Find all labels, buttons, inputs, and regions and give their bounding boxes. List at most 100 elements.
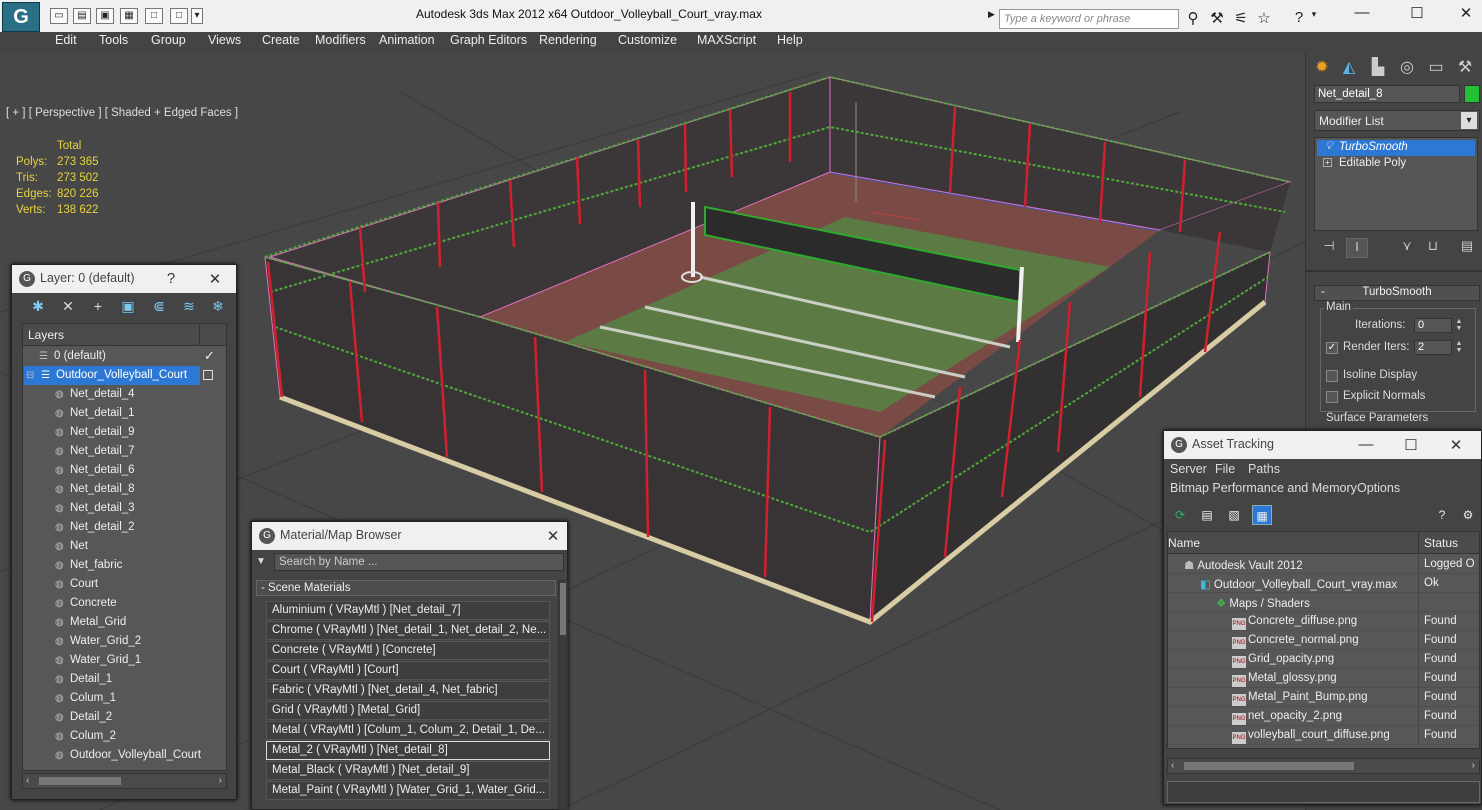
material-row[interactable]: Metal_Paint ( VRayMtl ) [Water_Grid_1, W…	[266, 781, 550, 800]
scroll-left-icon[interactable]: ‹	[26, 775, 29, 786]
modifier-list-dropdown[interactable]: Modifier List ▾	[1314, 110, 1480, 131]
menu-modifiers[interactable]: Modifiers	[315, 33, 366, 47]
layer-object-row[interactable]: ◍ Outdoor_Volleyball_Court	[55, 746, 201, 765]
asset-row[interactable]: PNG volleyball_court_diffuse.png Found	[1168, 726, 1479, 745]
scroll-thumb[interactable]	[39, 777, 121, 785]
asset-row[interactable]: PNG Metal_Paint_Bump.png Found	[1168, 688, 1479, 707]
chevron-down-icon[interactable]: ▾	[1461, 112, 1477, 129]
iterations-spinner-field[interactable]: 0	[1414, 318, 1452, 333]
asset-menu-options[interactable]: Options	[1357, 481, 1400, 495]
scroll-right-icon[interactable]: ›	[219, 775, 222, 786]
menu-animation[interactable]: Animation	[379, 33, 435, 47]
refresh-icon[interactable]: ⟳	[1170, 505, 1190, 525]
add-to-layer-icon[interactable]: +	[86, 298, 110, 320]
layer-row[interactable]: ☰ 0 (default)	[39, 347, 106, 366]
tree-view-icon[interactable]: ▧	[1224, 505, 1244, 525]
layer-object-row[interactable]: ◍ Detail_1	[55, 670, 112, 689]
material-search-input[interactable]: Search by Name ...	[274, 553, 564, 571]
material-row[interactable]: Fabric ( VRayMtl ) [Net_detail_4, Net_fa…	[266, 681, 550, 700]
layer-current-box-icon[interactable]	[203, 370, 213, 380]
search-input[interactable]: Type a keyword or phrase	[999, 9, 1179, 29]
layer-object-row[interactable]: ◍ Water_Grid_2	[55, 632, 141, 651]
asset-row[interactable]: ❖ Maps / Shaders	[1168, 593, 1479, 612]
maximize-icon[interactable]: ☐	[1397, 4, 1437, 24]
material-row[interactable]: Court ( VRayMtl ) [Court]	[266, 661, 550, 680]
hierarchy-tab-icon[interactable]: ▙	[1366, 56, 1390, 80]
highlight-selected-icon[interactable]: ⋐	[147, 298, 171, 320]
remove-modifier-icon[interactable]: ⊔	[1422, 238, 1444, 258]
modify-tab-icon[interactable]: ◭	[1337, 56, 1361, 80]
scroll-thumb[interactable]	[1184, 762, 1354, 770]
menu-group[interactable]: Group	[151, 33, 186, 47]
menu-tools[interactable]: Tools	[99, 33, 128, 47]
layer-horizontal-scrollbar[interactable]: ‹ ›	[22, 773, 227, 789]
close-icon[interactable]: ✕	[1447, 436, 1465, 454]
material-row[interactable]: Aluminium ( VRayMtl ) [Net_detail_7]	[266, 601, 550, 620]
freeze-unfreeze-all-icon[interactable]: ❄	[206, 298, 230, 320]
menu-maxscript[interactable]: MAXScript	[697, 33, 756, 47]
layer-object-row[interactable]: ◍ Colum_2	[55, 727, 116, 746]
configure-sets-icon[interactable]: ▤	[1456, 238, 1478, 258]
maximize-icon[interactable]: ☐	[1402, 436, 1420, 454]
layer-object-row[interactable]: ◍ Colum_1	[55, 689, 116, 708]
stack-item-editable-poly[interactable]: + Editable Poly	[1317, 156, 1475, 172]
create-tab-icon[interactable]: ✹	[1310, 56, 1334, 80]
help-icon[interactable]: ?	[1288, 9, 1310, 27]
layer-object-row[interactable]: ◍ Detail_2	[55, 708, 112, 727]
display-tab-icon[interactable]: ▭	[1424, 56, 1448, 80]
collapse-minus-icon[interactable]: -	[1321, 286, 1325, 298]
asset-row[interactable]: PNG net_opacity_2.png Found	[1168, 707, 1479, 726]
material-browser-titlebar[interactable]: G Material/Map Browser ✕	[252, 522, 567, 550]
layer-object-row[interactable]: ◍ Net_detail_6	[55, 461, 135, 480]
material-row[interactable]: Metal_Black ( VRayMtl ) [Net_detail_9]	[266, 761, 550, 780]
asset-table[interactable]: Name Status ☗ Autodesk Vault 2012 Logged O…	[1167, 531, 1480, 749]
delete-layer-icon[interactable]: ✕	[56, 298, 80, 320]
menu-create[interactable]: Create	[262, 33, 300, 47]
render-iters-checkbox[interactable]: ✓	[1326, 342, 1338, 354]
layer-object-row[interactable]: ◍ Net_detail_8	[55, 480, 135, 499]
scroll-left-icon[interactable]: ‹	[1171, 760, 1174, 771]
asset-row[interactable]: PNG Metal_glossy.png Found	[1168, 669, 1479, 688]
material-vertical-scrollbar[interactable]	[558, 580, 568, 810]
asset-menu-paths[interactable]: Paths	[1248, 462, 1280, 476]
explicit-normals-checkbox[interactable]	[1326, 391, 1338, 403]
stack-item-turbosmooth[interactable]: 💡︎ TurboSmooth	[1317, 140, 1475, 156]
menu-edit[interactable]: Edit	[55, 33, 77, 47]
table-view-icon[interactable]: ▦	[1252, 505, 1272, 525]
layer-row-selected[interactable]: ⊟ ☰ Outdoor_Volleyball_Court	[24, 366, 200, 385]
new-file-icon[interactable]: ▭	[50, 8, 68, 24]
hold-icon[interactable]: ▦	[120, 8, 138, 24]
layer-object-row[interactable]: ◍ Metal_Grid	[55, 613, 126, 632]
binoculars-icon[interactable]: ⚲	[1182, 9, 1204, 27]
redo-icon[interactable]: □	[170, 8, 188, 24]
object-color-swatch[interactable]	[1464, 85, 1480, 103]
close-icon[interactable]: ✕	[206, 270, 224, 288]
hide-unhide-all-icon[interactable]: ≋	[177, 298, 201, 320]
layer-object-row[interactable]: ◍ Net	[55, 537, 88, 556]
open-file-icon[interactable]: ▤	[73, 8, 91, 24]
layers-tree[interactable]: Layers ☰ 0 (default) ✓ ⊟ ☰ Outdoor_Volleyba…	[22, 323, 227, 771]
help-dropdown-icon[interactable]: ▾	[1308, 9, 1320, 27]
undo-icon[interactable]: □	[145, 8, 163, 24]
menu-rendering[interactable]: Rendering	[539, 33, 597, 47]
material-row-selected[interactable]: Metal_2 ( VRayMtl ) [Net_detail_8]	[266, 741, 550, 760]
menu-views[interactable]: Views	[208, 33, 241, 47]
browser-options-icon[interactable]: ▼	[256, 556, 270, 572]
layer-object-row[interactable]: ◍ Court	[55, 575, 98, 594]
object-name-field[interactable]: Net_detail_8	[1314, 85, 1460, 103]
pin-stack-icon[interactable]: ⊣	[1318, 238, 1340, 258]
asset-row[interactable]: PNG Grid_opacity.png Found	[1168, 650, 1479, 669]
asset-horizontal-scrollbar[interactable]: ‹ ›	[1167, 758, 1480, 774]
communication-center-icon[interactable]: ⚟	[1230, 9, 1252, 27]
collapse-minus-icon[interactable]: ⊟	[26, 370, 38, 381]
motion-tab-icon[interactable]: ◎	[1395, 56, 1419, 80]
select-objects-icon[interactable]: ▣	[116, 298, 140, 320]
layer-object-row[interactable]: ◍ Net_detail_1	[55, 404, 135, 423]
close-icon[interactable]: ✕	[544, 527, 562, 545]
column-header-status[interactable]: Status	[1424, 536, 1458, 550]
modifier-stack[interactable]: 💡︎ TurboSmooth + Editable Poly	[1314, 137, 1478, 231]
layer-object-row[interactable]: ◍ Net_detail_9	[55, 423, 135, 442]
asset-row[interactable]: ◧ Outdoor_Volleyball_Court_vray.max Ok	[1168, 574, 1479, 593]
favorites-icon[interactable]: ☆	[1253, 9, 1275, 27]
render-iters-spinner-arrows-icon[interactable]: ▲ ▼	[1454, 340, 1464, 355]
